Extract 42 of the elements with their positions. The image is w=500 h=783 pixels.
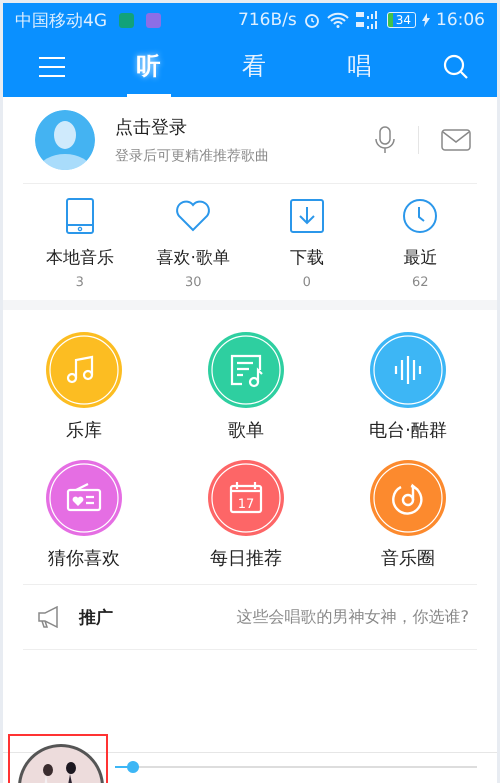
alarm-icon bbox=[302, 11, 321, 29]
charging-icon bbox=[422, 13, 430, 27]
feature-label[interactable]: 歌单 bbox=[228, 418, 264, 442]
search-icon[interactable] bbox=[443, 54, 469, 80]
megaphone-icon bbox=[37, 606, 61, 628]
shortcut-label[interactable]: 最近 bbox=[403, 246, 438, 269]
carrier-text: 中国移动4G bbox=[15, 10, 107, 32]
music-note-icon[interactable] bbox=[46, 332, 122, 408]
avatar-icon[interactable] bbox=[35, 110, 95, 170]
menu-icon[interactable] bbox=[39, 56, 65, 78]
progress-thumb[interactable] bbox=[127, 761, 140, 773]
clock-icon[interactable] bbox=[402, 198, 438, 234]
shortcut-count: 3 bbox=[76, 275, 84, 290]
microphone-icon[interactable] bbox=[374, 126, 396, 154]
battery-level: 34 bbox=[386, 12, 416, 28]
app-icon bbox=[119, 12, 134, 28]
feature-label[interactable]: 乐库 bbox=[66, 418, 102, 442]
shortcut-label[interactable]: 本地音乐 bbox=[46, 246, 114, 269]
feature-label[interactable]: 猜你喜欢 bbox=[48, 546, 120, 570]
promo-link[interactable]: 这些会唱歌的男神女神，你选谁? bbox=[236, 606, 469, 628]
shortcut-label[interactable]: 喜欢·歌单 bbox=[156, 246, 230, 269]
network-speed: 716B/s bbox=[238, 10, 297, 30]
login-title[interactable]: 点击登录 bbox=[115, 115, 358, 139]
image-icon bbox=[146, 12, 161, 28]
download-icon[interactable] bbox=[288, 198, 325, 234]
promo-label: 推广 bbox=[79, 606, 113, 628]
shortcut-count: 0 bbox=[302, 275, 311, 290]
shortcut-count: 30 bbox=[184, 275, 202, 290]
login-hint: 登录后可更精准推荐歌曲 bbox=[115, 147, 270, 165]
heart-icon[interactable] bbox=[175, 198, 212, 234]
mail-icon[interactable] bbox=[441, 129, 471, 151]
music-disc-icon[interactable] bbox=[370, 460, 446, 536]
shortcut-label[interactable]: 下载 bbox=[290, 246, 324, 269]
playlist-icon[interactable] bbox=[208, 332, 284, 408]
radio-icon[interactable] bbox=[46, 460, 122, 536]
clock-time: 16:06 bbox=[436, 10, 485, 30]
wifi-icon bbox=[326, 12, 349, 28]
feature-label[interactable]: 音乐圈 bbox=[381, 546, 435, 570]
feature-label[interactable]: 每日推荐 bbox=[210, 546, 282, 570]
feature-label[interactable]: 电台·酷群 bbox=[369, 418, 447, 442]
shortcut-count: 62 bbox=[412, 275, 429, 290]
sound-wave-icon[interactable] bbox=[370, 332, 446, 408]
